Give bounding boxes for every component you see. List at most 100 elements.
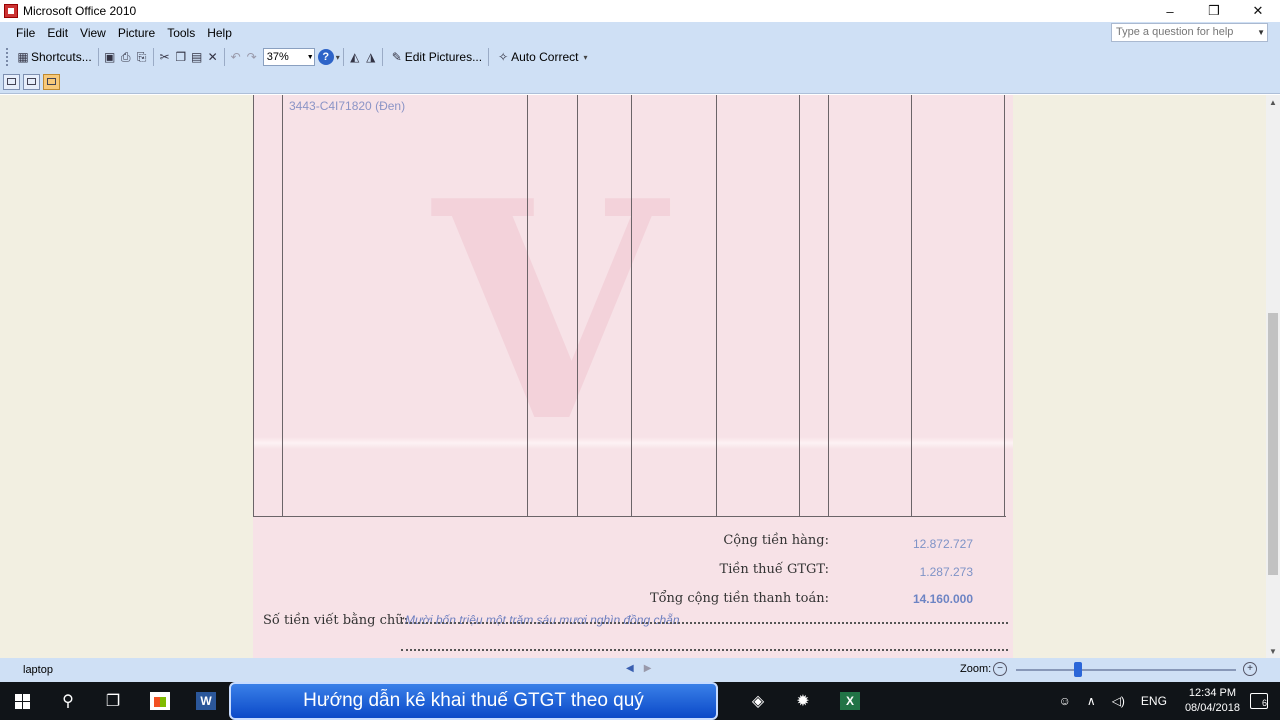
auto-correct-label: Auto Correct bbox=[511, 50, 579, 64]
window-title: Microsoft Office 2010 bbox=[23, 4, 137, 18]
table-border bbox=[527, 95, 528, 517]
word-icon[interactable]: W bbox=[193, 688, 219, 714]
toolbar-overflow-icon[interactable]: ▾ bbox=[336, 53, 340, 62]
language-indicator[interactable]: ENG bbox=[1141, 694, 1167, 708]
app-shortcut-icon[interactable]: ✹ bbox=[790, 688, 816, 714]
scrollbar-thumb[interactable] bbox=[1268, 313, 1278, 575]
menu-picture[interactable]: Picture bbox=[112, 26, 161, 40]
zoom-slider-thumb[interactable] bbox=[1074, 662, 1082, 677]
single-picture-view-button[interactable] bbox=[43, 73, 60, 90]
help-search-input[interactable]: Type a question for help ▼ bbox=[1111, 23, 1268, 42]
table-border bbox=[799, 95, 800, 517]
undo-icon[interactable]: ↶ bbox=[228, 49, 244, 65]
invoice-image: V 3443-C4I71820 (Đen) Cộng tiền hàng: 12… bbox=[253, 95, 1013, 658]
table-bottom-border bbox=[253, 516, 1006, 517]
app-icon bbox=[4, 4, 18, 18]
store-icon[interactable] bbox=[147, 688, 173, 714]
table-border bbox=[577, 95, 578, 517]
title-bar: Microsoft Office 2010 – ❒ ✕ bbox=[0, 0, 1280, 22]
scroll-down-icon[interactable]: ▼ bbox=[1266, 644, 1280, 658]
picture-canvas[interactable]: V 3443-C4I71820 (Đen) Cộng tiền hàng: 12… bbox=[0, 95, 1266, 658]
minimize-button[interactable]: – bbox=[1148, 0, 1192, 22]
people-icon[interactable]: ☺ bbox=[1059, 694, 1071, 708]
toolbar-separator bbox=[223, 48, 225, 66]
next-picture-icon[interactable]: ▶ bbox=[644, 663, 652, 674]
restore-button[interactable]: ❒ bbox=[1192, 0, 1236, 22]
menu-edit[interactable]: Edit bbox=[41, 26, 74, 40]
vat-label: Tiền thuế GTGT: bbox=[719, 562, 829, 577]
amount-in-words-label: Số tiền viết bằng chữ: bbox=[263, 613, 409, 628]
help-dropdown-icon[interactable]: ▼ bbox=[1257, 28, 1265, 37]
taskbar: ⚲ ❐ W Hướng dẫn kê khai thuế GTGT theo q… bbox=[0, 682, 1280, 720]
shortcuts-label: Shortcuts... bbox=[31, 50, 92, 64]
rotate-left-icon[interactable]: ◭ bbox=[347, 49, 363, 65]
zoom-out-icon[interactable]: − bbox=[993, 662, 1007, 676]
menu-file[interactable]: File bbox=[10, 26, 41, 40]
toolbar-overflow-icon[interactable]: ▾ bbox=[583, 53, 587, 62]
toolbar-grip[interactable] bbox=[6, 48, 9, 66]
total-label: Tổng cộng tiền thanh toán: bbox=[649, 591, 829, 606]
show-hidden-icons-icon[interactable]: ∧ bbox=[1087, 694, 1096, 708]
search-icon[interactable]: ⚲ bbox=[55, 688, 81, 714]
menu-view[interactable]: View bbox=[74, 26, 112, 40]
volume-icon[interactable]: ◁) bbox=[1112, 694, 1125, 708]
edit-pictures-icon: ✎ bbox=[391, 50, 402, 64]
menu-tools[interactable]: Tools bbox=[161, 26, 201, 40]
system-tray: ☺ ∧ ◁) ENG 12:34 PM 08/04/2018 6 bbox=[1051, 682, 1280, 720]
thumbnail-view-icon bbox=[7, 78, 16, 85]
clock-date: 08/04/2018 bbox=[1184, 702, 1240, 714]
edit-pictures-label: Edit Pictures... bbox=[404, 50, 483, 64]
scroll-up-icon[interactable]: ▲ bbox=[1266, 95, 1280, 109]
zoom-combo[interactable]: 37% ▼ bbox=[262, 48, 315, 66]
excel-icon[interactable]: X bbox=[837, 688, 863, 714]
subtotal-value: 12.872.727 bbox=[912, 537, 973, 551]
auto-correct-button[interactable]: ✧ Auto Correct bbox=[492, 46, 581, 68]
rotate-right-icon[interactable]: ◮ bbox=[363, 49, 379, 65]
filmstrip-view-icon bbox=[27, 78, 36, 85]
vat-value: 1.287.273 bbox=[919, 565, 973, 579]
zoom-dropdown-icon[interactable]: ▼ bbox=[304, 54, 314, 61]
zoom-in-icon[interactable]: + bbox=[1243, 662, 1257, 676]
table-border bbox=[828, 95, 829, 517]
paste-icon[interactable]: ▤ bbox=[189, 49, 205, 65]
thumbnail-view-button[interactable] bbox=[3, 73, 20, 90]
paper-fold bbox=[253, 437, 1013, 449]
filmstrip-view-button[interactable] bbox=[23, 73, 40, 90]
print-preview-icon[interactable]: ⎘ bbox=[134, 49, 150, 65]
close-button[interactable]: ✕ bbox=[1236, 0, 1280, 22]
standard-toolbar: ▦ Shortcuts... ▣ ⎙ ⎘ ✂ ❐ ▤ ✕ ↶ ↷ 37% ▼ ?… bbox=[0, 44, 1280, 70]
single-picture-view-icon bbox=[47, 78, 56, 85]
table-border bbox=[282, 95, 283, 517]
dotted-line bbox=[401, 649, 1008, 651]
auto-correct-icon: ✧ bbox=[498, 50, 509, 64]
copy-icon[interactable]: ❐ bbox=[173, 49, 189, 65]
picture-manager-icon[interactable]: ◈ bbox=[745, 688, 771, 714]
product-code: 3443-C4I71820 (Đen) bbox=[289, 99, 406, 113]
total-value: 14.160.000 bbox=[912, 592, 973, 606]
cut-icon[interactable]: ✂ bbox=[157, 49, 173, 65]
file-name: laptop bbox=[23, 664, 53, 676]
notification-icon[interactable]: 6 bbox=[1250, 693, 1268, 709]
print-icon[interactable]: ⎙ bbox=[118, 49, 134, 65]
zoom-slider-track[interactable] bbox=[1016, 669, 1236, 671]
dotted-line bbox=[401, 622, 1008, 624]
zoom-label: Zoom: bbox=[960, 663, 992, 675]
shortcuts-button[interactable]: ▦ Shortcuts... bbox=[12, 46, 95, 68]
subtotal-label: Cộng tiền hàng: bbox=[723, 533, 829, 548]
save-icon[interactable]: ▣ bbox=[102, 49, 118, 65]
delete-icon[interactable]: ✕ bbox=[205, 49, 221, 65]
help-icon[interactable]: ? bbox=[317, 49, 334, 65]
table-border bbox=[911, 95, 912, 517]
toolbar-separator bbox=[488, 48, 490, 66]
task-view-icon[interactable]: ❐ bbox=[100, 688, 126, 714]
vertical-scrollbar[interactable]: ▲ ▼ bbox=[1266, 95, 1280, 658]
redo-icon[interactable]: ↷ bbox=[244, 49, 260, 65]
toolbar-separator bbox=[97, 48, 99, 66]
previous-picture-icon[interactable]: ◀ bbox=[626, 663, 634, 674]
menu-help[interactable]: Help bbox=[201, 26, 238, 40]
clock[interactable]: 12:34 PM 08/04/2018 bbox=[1185, 686, 1240, 716]
start-button[interactable] bbox=[9, 688, 35, 714]
table-border bbox=[716, 95, 717, 517]
edit-pictures-button[interactable]: ✎ Edit Pictures... bbox=[386, 46, 485, 68]
windows-logo-icon bbox=[14, 693, 30, 709]
